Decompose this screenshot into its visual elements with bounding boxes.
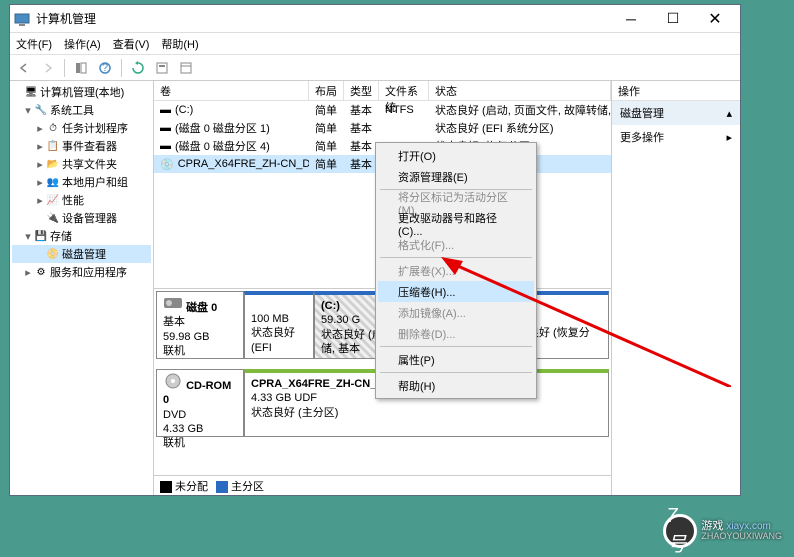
col-layout[interactable]: 布局 bbox=[309, 81, 344, 100]
disc-icon: 💿 bbox=[160, 158, 174, 171]
legend: 未分配 主分区 bbox=[154, 475, 611, 495]
col-volume[interactable]: 卷 bbox=[154, 81, 309, 100]
volume-row[interactable]: ▬(磁盘 0 磁盘分区 1) 简单基本状态良好 (EFI 系统分区) bbox=[154, 119, 611, 137]
menu-help[interactable]: 帮助(H) bbox=[161, 36, 198, 52]
titlebar: 计算机管理 ─ ☐ ✕ bbox=[10, 5, 740, 33]
tree-services[interactable]: ▸⚙服务和应用程序 bbox=[12, 263, 151, 281]
ctx-change-drive[interactable]: 更改驱动器号和路径(C)... bbox=[378, 213, 534, 234]
tree-root[interactable]: 🖥计算机管理(本地) bbox=[12, 83, 151, 101]
ctx-add-mirror: 添加镜像(A)... bbox=[378, 302, 534, 323]
menu-action[interactable]: 操作(A) bbox=[64, 36, 101, 52]
maximize-button[interactable]: ☐ bbox=[652, 7, 694, 31]
tree-event-viewer[interactable]: ▸📋事件查看器 bbox=[12, 137, 151, 155]
hdd-icon bbox=[163, 295, 183, 311]
tree-local-users[interactable]: ▸👥本地用户和组 bbox=[12, 173, 151, 191]
toolbar: ? bbox=[10, 55, 740, 81]
tree-device-manager[interactable]: 🔌设备管理器 bbox=[12, 209, 151, 227]
col-fs[interactable]: 文件系统 bbox=[379, 81, 429, 100]
tree-task-scheduler[interactable]: ▸⏱任务计划程序 bbox=[12, 119, 151, 137]
volume-icon: ▬ bbox=[160, 104, 171, 116]
show-hide-button[interactable] bbox=[71, 58, 91, 78]
menu-file[interactable]: 文件(F) bbox=[16, 36, 52, 52]
context-menu: 打开(O) 资源管理器(E) 将分区标记为活动分区(M) 更改驱动器号和路径(C… bbox=[375, 142, 537, 399]
window-title: 计算机管理 bbox=[36, 10, 610, 27]
menubar: 文件(F) 操作(A) 查看(V) 帮助(H) bbox=[10, 33, 740, 55]
legend-primary-icon bbox=[216, 481, 228, 493]
volume-header: 卷 布局 类型 文件系统 状态 bbox=[154, 81, 611, 101]
legend-unallocated-icon bbox=[160, 481, 172, 493]
ctx-properties[interactable]: 属性(P) bbox=[378, 349, 534, 370]
tree-system-tools[interactable]: ▾🔧系统工具 bbox=[12, 101, 151, 119]
partition-efi[interactable]: 100 MB状态良好 (EFI bbox=[244, 291, 314, 359]
tree-storage[interactable]: ▾💾存储 bbox=[12, 227, 151, 245]
help-button[interactable]: ? bbox=[95, 58, 115, 78]
actions-more[interactable]: 更多操作▸ bbox=[612, 125, 740, 149]
watermark-badge: 7号 bbox=[663, 514, 697, 548]
col-status[interactable]: 状态 bbox=[429, 81, 611, 100]
menu-view[interactable]: 查看(V) bbox=[113, 36, 150, 52]
actions-disk-mgmt[interactable]: 磁盘管理▴ bbox=[612, 101, 740, 125]
disk-0-header[interactable]: 磁盘 0 基本 59.98 GB 联机 bbox=[156, 291, 244, 359]
actions-header: 操作 bbox=[612, 81, 740, 101]
ctx-help[interactable]: 帮助(H) bbox=[378, 375, 534, 396]
volume-icon: ▬ bbox=[160, 140, 171, 152]
ctx-delete: 删除卷(D)... bbox=[378, 323, 534, 344]
cdrom-header[interactable]: CD-ROM 0 DVD 4.33 GB 联机 bbox=[156, 369, 244, 437]
back-button[interactable] bbox=[14, 58, 34, 78]
chevron-right-icon: ▸ bbox=[726, 131, 732, 144]
actions-panel: 操作 磁盘管理▴ 更多操作▸ bbox=[612, 81, 740, 495]
forward-button[interactable] bbox=[38, 58, 58, 78]
ctx-open[interactable]: 打开(O) bbox=[378, 145, 534, 166]
close-button[interactable]: ✕ bbox=[694, 7, 736, 31]
col-type[interactable]: 类型 bbox=[344, 81, 379, 100]
refresh-button[interactable] bbox=[128, 58, 148, 78]
navigation-tree[interactable]: 🖥计算机管理(本地) ▾🔧系统工具 ▸⏱任务计划程序 ▸📋事件查看器 ▸📂共享文… bbox=[10, 81, 154, 495]
watermark: 7号 游戏 xiayx.com ZHAOYOUXIWANG bbox=[663, 514, 782, 548]
disc-icon bbox=[163, 373, 183, 389]
tree-performance[interactable]: ▸📈性能 bbox=[12, 191, 151, 209]
tree-shared-folders[interactable]: ▸📂共享文件夹 bbox=[12, 155, 151, 173]
collapse-icon: ▴ bbox=[726, 107, 732, 120]
svg-text:?: ? bbox=[102, 62, 108, 74]
minimize-button[interactable]: ─ bbox=[610, 7, 652, 31]
app-icon bbox=[14, 11, 30, 27]
tree-disk-management[interactable]: 📀磁盘管理 bbox=[12, 245, 151, 263]
settings-button[interactable] bbox=[152, 58, 172, 78]
volume-row[interactable]: ▬(C:) 简单基本NTFS状态良好 (启动, 页面文件, 故障转储, 基本数据… bbox=[154, 101, 611, 119]
ctx-extend: 扩展卷(X)... bbox=[378, 260, 534, 281]
ctx-shrink[interactable]: 压缩卷(H)... bbox=[378, 281, 534, 302]
action-button[interactable] bbox=[176, 58, 196, 78]
volume-icon: ▬ bbox=[160, 122, 171, 134]
ctx-explorer[interactable]: 资源管理器(E) bbox=[378, 166, 534, 187]
